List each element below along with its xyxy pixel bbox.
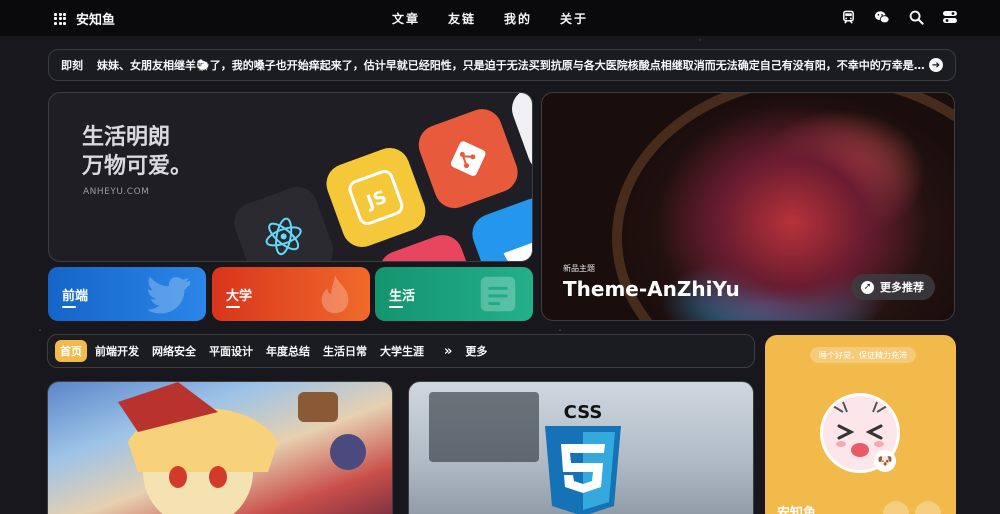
toggle-icon[interactable] [942, 9, 958, 25]
category-tab-life[interactable]: 生活日常 [318, 340, 372, 362]
category-card-frontend[interactable]: 前端 [48, 267, 206, 321]
category-tab-university[interactable]: 大学生涯 [375, 340, 429, 362]
css3-logo-text: CSS [564, 402, 603, 423]
nav-item-mine[interactable]: 我的 [504, 10, 532, 27]
featured-tag: 新品主题 [563, 264, 595, 273]
category-label: 生活 [389, 285, 415, 308]
ticker-tag: 即刻 [61, 59, 83, 72]
css3-logo-icon: CSS [545, 402, 621, 514]
category-tab-design[interactable]: 平面设计 [204, 340, 258, 362]
arrow-right-icon[interactable]: ➜ [929, 58, 943, 72]
author-link-button[interactable] [883, 501, 909, 514]
twitter-bird-icon [148, 276, 191, 314]
author-name[interactable]: 安知鱼 [777, 502, 816, 514]
category-card-university[interactable]: 大学 [212, 267, 370, 321]
tech-icon-tiles: JS [228, 93, 532, 261]
featured-title[interactable]: Theme-AnZhiYu [563, 277, 740, 301]
author-info-card: 睡个好觉，保证精力充沛 🐶 安知鱼 [765, 335, 956, 514]
nav-item-about[interactable]: 关于 [560, 10, 588, 27]
arrow-up-right-icon: ➚ [861, 280, 874, 294]
anime-cover-image [118, 382, 366, 514]
double-chevron-right-icon[interactable]: » [444, 344, 452, 359]
train-icon[interactable] [840, 9, 856, 25]
wechat-icon[interactable] [874, 9, 890, 25]
nav-item-links[interactable]: 友链 [448, 10, 476, 27]
svg-text:JS: JS [362, 187, 390, 214]
category-tab-home[interactable]: 首页 [55, 340, 87, 362]
category-more-link[interactable]: 更多 [460, 340, 492, 362]
hero-title-line2: 万物可爱。 [82, 154, 193, 179]
category-label: 前端 [62, 285, 88, 308]
author-status-pill: 睡个好觉，保证精力充沛 [810, 347, 916, 363]
site-name[interactable]: 安知鱼 [76, 9, 115, 28]
post-card-anime[interactable] [47, 381, 393, 514]
author-social-button[interactable] [915, 501, 941, 514]
book-icon [480, 276, 516, 312]
nav-item-articles[interactable]: 文章 [392, 10, 420, 27]
docker-icon [466, 192, 532, 261]
nav-actions [840, 9, 958, 25]
category-tab-annual[interactable]: 年度总结 [261, 340, 315, 362]
javascript-icon: JS [320, 142, 432, 253]
ticker-text[interactable]: 妹妹、女朋友相继羊🐑了，我的嗓子也开始痒起来了，估计早就已经阳性，只是迫于无法买… [97, 57, 925, 73]
hero-title-line1: 生活明朗 [82, 125, 171, 150]
more-recommend-label: 更多推荐 [880, 281, 924, 294]
search-icon[interactable] [908, 9, 924, 25]
fire-icon [321, 274, 349, 314]
hero-title: 生活明朗 万物可爱。 [82, 123, 192, 181]
nav-brand[interactable]: 安知鱼 [54, 9, 115, 28]
moments-ticker[interactable]: 即刻 妹妹、女朋友相继羊🐑了，我的嗓子也开始痒起来了，估计早就已经阳性，只是迫于… [48, 49, 956, 81]
react-icon [228, 181, 339, 261]
app-grid-icon[interactable] [54, 12, 66, 25]
more-recommend-button[interactable]: ➚ 更多推荐 [851, 274, 935, 300]
category-tab-security[interactable]: 网络安全 [147, 340, 201, 362]
category-card-life[interactable]: 生活 [375, 267, 533, 321]
hero-subtitle: ANHEYU.COM [83, 187, 150, 197]
git-icon [413, 103, 524, 214]
nav-menu: 文章 友链 我的 关于 [392, 10, 588, 27]
category-bar: 首页 前端开发 网络安全 平面设计 年度总结 生活日常 大学生涯 » 更多 [47, 334, 755, 368]
hero-banner[interactable]: 生活明朗 万物可爱。 ANHEYU.COM JS [48, 92, 533, 262]
featured-theme-card[interactable]: 新品主题 Theme-AnZhiYu ➚ 更多推荐 [541, 92, 955, 321]
category-label: 大学 [226, 285, 252, 308]
post-card-css[interactable]: CSS [408, 381, 754, 514]
category-tab-frontend-dev[interactable]: 前端开发 [90, 340, 144, 362]
monitor-image [429, 392, 539, 462]
dog-emoji-icon: 🐶 [874, 450, 896, 472]
top-nav: 安知鱼 文章 友链 我的 关于 [0, 0, 1000, 36]
